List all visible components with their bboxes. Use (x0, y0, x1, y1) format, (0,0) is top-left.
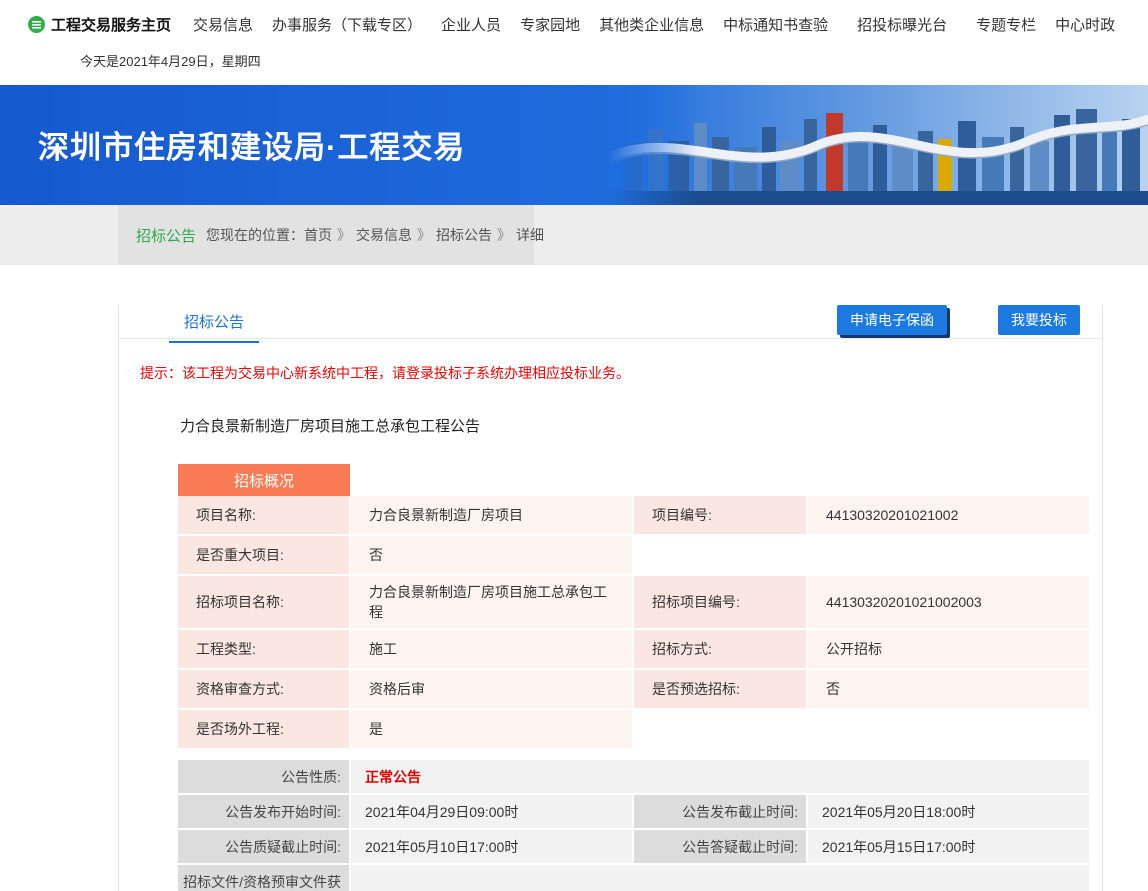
section-header-bid-overview: 招标概况 (178, 464, 350, 496)
notice-text: 提示：该工程为交易中心新系统中工程，请登录投标子系统办理相应投标业务。 (140, 363, 1102, 383)
breadcrumb-section-label: 招标公告 (136, 225, 196, 246)
breadcrumb-strip: 招标公告 您现在的位置： 首页 》 交易信息 》 招标公告 》 详细 (0, 205, 1148, 265)
table-value: 否 (808, 670, 1089, 708)
breadcrumb-current-detail: 详细 (516, 225, 544, 245)
nav-item-expert-garden[interactable]: 专家园地 (520, 14, 580, 35)
table-value: 2021年04月29日09:00时 (351, 795, 632, 828)
bid-overview-table: 项目名称: 力合良景新制造厂房项目 项目编号: 4413032020102100… (178, 496, 1091, 748)
table-label: 公告答疑截止时间: (634, 830, 806, 863)
table-label: 是否重大项目: (178, 536, 349, 574)
breadcrumb-separator: 》 (497, 225, 511, 245)
table-label: 公告质疑截止时间: (178, 830, 349, 863)
table-label: 公告发布截止时间: (634, 795, 806, 828)
announcement-title: 力合良景新制造厂房项目施工总承包工程公告 (180, 415, 1102, 436)
nav-row: 工程交易服务主页 交易信息 办事服务（下载专区） 企业人员 专家园地 其他类企业… (0, 0, 1148, 35)
nav-item-trade-info[interactable]: 交易信息 (193, 14, 253, 35)
table-label: 工程类型: (178, 630, 349, 668)
breadcrumb: 招标公告 您现在的位置： 首页 》 交易信息 》 招标公告 》 详细 (118, 205, 534, 265)
menu-icon (28, 16, 45, 33)
table-value: 是 (351, 710, 632, 748)
current-date-text: 今天是2021年4月29日，星期四 (0, 35, 1148, 70)
breadcrumb-prefix: 您现在的位置： (206, 225, 304, 245)
main-content: 招标公告 申请电子保函 我要投标 提示：该工程为交易中心新系统中工程，请登录投标… (118, 305, 1103, 891)
table-value: 资格后审 (351, 670, 632, 708)
top-navigation: 工程交易服务主页 交易信息 办事服务（下载专区） 企业人员 专家园地 其他类企业… (0, 0, 1148, 85)
table-label: 项目名称: (178, 496, 349, 534)
table-label: 招标项目名称: (178, 576, 349, 628)
table-label: 招标方式: (634, 630, 806, 668)
table-value: 施工 (351, 630, 632, 668)
page: 工程交易服务主页 交易信息 办事服务（下载专区） 企业人员 专家园地 其他类企业… (0, 0, 1148, 891)
nav-item-services[interactable]: 办事服务（下载专区） (272, 14, 422, 35)
breadcrumb-link-home[interactable]: 首页 (304, 225, 332, 245)
table-value (351, 865, 1089, 891)
table-empty-cell (634, 536, 806, 574)
nav-item-enterprise-personnel[interactable]: 企业人员 (441, 14, 501, 35)
breadcrumb-link-trade-info[interactable]: 交易信息 (356, 225, 412, 245)
table-value: 44130320201021002003 (808, 576, 1089, 628)
apply-e-guarantee-button[interactable]: 申请电子保函 (837, 305, 947, 335)
tab-bid-announcement[interactable]: 招标公告 (169, 305, 259, 343)
table-label: 公告发布开始时间: (178, 795, 349, 828)
site-banner: 深圳市住房和建设局·工程交易 (0, 85, 1148, 205)
table-value: 2021年05月15日17:00时 (808, 830, 1089, 863)
nav-item-bid-exposure[interactable]: 招投标曝光台 (857, 14, 947, 35)
nav-item-other-enterprise-info[interactable]: 其他类企业信息 (599, 14, 704, 35)
table-empty-cell (808, 710, 1089, 748)
table-value: 44130320201021002 (808, 496, 1089, 534)
city-skyline-illustration (608, 85, 1148, 205)
breadcrumb-separator: 》 (337, 225, 351, 245)
table-value: 公开招标 (808, 630, 1089, 668)
site-title: 深圳市住房和建设局·工程交易 (38, 122, 465, 167)
announcement-times-table: 公告性质: 正常公告 公告发布开始时间: 2021年04月29日09:00时 公… (178, 760, 1091, 891)
table-label: 项目编号: (634, 496, 806, 534)
table-value: 2021年05月10日17:00时 (351, 830, 632, 863)
tab-bar: 招标公告 申请电子保函 我要投标 (119, 305, 1102, 339)
table-value: 力合良景新制造厂房项目施工总承包工程 (351, 576, 632, 628)
nav-item-home[interactable]: 工程交易服务主页 (51, 14, 171, 35)
table-label: 资格审查方式: (178, 670, 349, 708)
table-label: 是否场外工程: (178, 710, 349, 748)
table-value: 力合良景新制造厂房项目 (351, 496, 632, 534)
table-empty-cell (808, 536, 1089, 574)
table-label: 招标文件/资格预审文件获 (178, 865, 349, 891)
table-value: 2021年05月20日18:00时 (808, 795, 1089, 828)
i-want-to-bid-button[interactable]: 我要投标 (998, 305, 1080, 335)
table-label: 招标项目编号: (634, 576, 806, 628)
table-value: 否 (351, 536, 632, 574)
nav-item-center-news[interactable]: 中心时政 (1055, 14, 1115, 35)
table-label: 是否预选招标: (634, 670, 806, 708)
nav-item-special-columns[interactable]: 专题专栏 (976, 14, 1036, 35)
table-label: 公告性质: (178, 760, 349, 793)
breadcrumb-link-bid-announcement[interactable]: 招标公告 (436, 225, 492, 245)
table-empty-cell (634, 710, 806, 748)
announcement-nature-value: 正常公告 (351, 760, 1089, 793)
breadcrumb-separator: 》 (417, 225, 431, 245)
nav-item-award-notice-check[interactable]: 中标通知书查验 (723, 14, 828, 35)
